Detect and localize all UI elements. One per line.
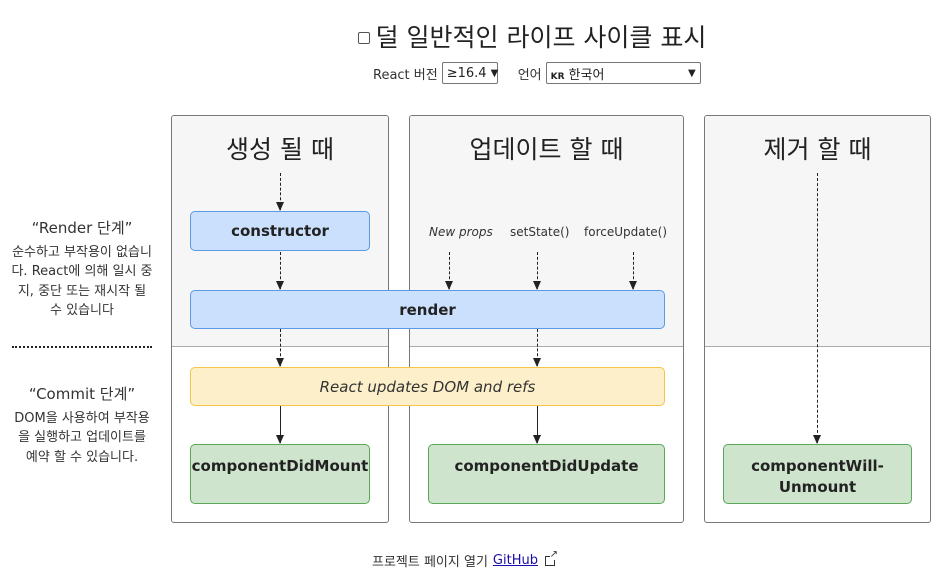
commit-phase-label: “Commit 단계” DOM을 사용하여 부작용을 실행하고 업데이트를 예약…	[2, 385, 162, 467]
options-row: React 버전 ≥16.4 ▼ 언어 KR 한국어 ▼	[373, 62, 701, 84]
component-did-mount-box[interactable]: componentDidMount	[190, 444, 370, 504]
commit-phase-title: “Commit 단계”	[28, 385, 136, 403]
show-less-common-checkbox[interactable]	[357, 32, 370, 44]
arrow-render-to-dom-mount	[276, 329, 284, 367]
component-did-update-box[interactable]: componentDidUpdate	[428, 444, 665, 504]
phase-divider	[12, 346, 152, 348]
arrow-force-update-to-render	[629, 252, 637, 290]
arrow-set-state-to-render	[533, 252, 541, 290]
arrow-to-constructor	[276, 173, 284, 211]
react-version-label: React 버전	[373, 67, 438, 83]
language-select[interactable]: KR 한국어 ▼	[545, 62, 701, 84]
constructor-label: constructor	[231, 222, 329, 240]
language-label: 언어	[517, 67, 542, 83]
language-value: 한국어	[568, 67, 605, 83]
trigger-new-props: New props	[429, 225, 493, 239]
render-label: render	[399, 300, 456, 319]
chevron-down-icon: ▼	[490, 67, 499, 79]
component-will-unmount-label-2: Unmount	[778, 478, 857, 496]
checkbox-label: 덜 일반적인 라이프 사이클 표시	[375, 23, 707, 52]
mounting-title: 생성 될 때	[226, 135, 334, 164]
flag-icon: KR	[550, 71, 565, 82]
render-box[interactable]: render	[190, 290, 665, 329]
dom-update-box[interactable]: React updates DOM and refs	[190, 367, 665, 406]
arrow-to-will-unmount	[813, 173, 821, 444]
component-did-mount-label: componentDidMount	[191, 457, 369, 475]
render-phase-label: “Render 단계” 순수하고 부작용이 없습니다. React에 의해 일시…	[2, 219, 162, 321]
commit-phase-description: DOM을 사용하여 부작용을 실행하고 업데이트를 예약 할 수 있습니다.	[14, 410, 150, 465]
chevron-down-icon: ▼	[687, 67, 696, 79]
arrow-new-props-to-render	[445, 252, 453, 290]
less-common-lifecycles-toggle[interactable]: 덜 일반적인 라이프 사이클 표시	[0, 18, 941, 54]
footer: 프로젝트 페이지 열기 GitHub	[372, 549, 558, 570]
react-version-select[interactable]: ≥16.4 ▼	[441, 62, 499, 84]
language-value-wrap: KR 한국어	[551, 64, 605, 83]
component-will-unmount-label-1: componentWill-	[751, 457, 884, 475]
updating-title: 업데이트 할 때	[469, 135, 624, 164]
render-phase-title: “Render 단계”	[31, 219, 133, 237]
component-did-update-label: componentDidUpdate	[454, 457, 639, 475]
component-will-unmount-box[interactable]: componentWill- Unmount	[723, 444, 912, 504]
unmounting-title: 제거 할 때	[763, 135, 872, 164]
constructor-box[interactable]: constructor	[190, 211, 370, 251]
arrow-render-to-dom-update	[533, 329, 541, 367]
arrow-dom-to-did-mount	[276, 406, 284, 444]
trigger-set-state: setState()	[510, 225, 570, 239]
external-link-icon	[544, 549, 558, 566]
trigger-force-update: forceUpdate()	[584, 225, 668, 239]
dom-update-label: React updates DOM and refs	[319, 377, 536, 396]
github-link[interactable]: GitHub	[493, 553, 538, 568]
footer-text: 프로젝트 페이지 열기	[372, 555, 488, 570]
react-version-value: ≥16.4	[446, 65, 487, 81]
arrow-dom-to-did-update	[533, 406, 541, 444]
arrow-constructor-to-render	[276, 252, 284, 290]
render-phase-description: 순수하고 부작용이 없습니다. React에 의해 일시 중지, 중단 또는 재…	[11, 244, 153, 319]
